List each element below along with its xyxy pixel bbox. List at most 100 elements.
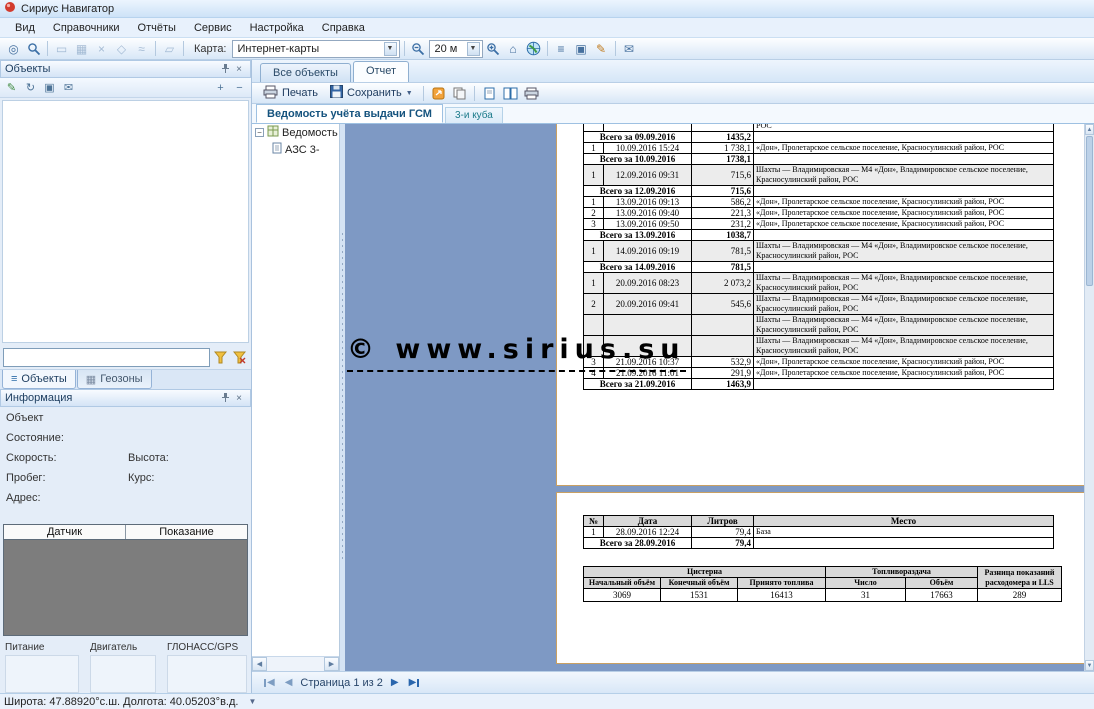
main-area: Все объекты Отчет Печать Сохранить ▼ Вед…: [252, 60, 1094, 693]
photo-icon[interactable]: ▣: [41, 80, 58, 96]
edit-object-icon[interactable]: ✎: [3, 80, 20, 96]
menu-help[interactable]: Справка: [313, 19, 374, 37]
single-page-view-icon[interactable]: [480, 84, 499, 102]
total-row: Всего за 28.09.2016 79,4: [584, 538, 1054, 549]
two-page-view-icon[interactable]: [501, 84, 520, 102]
area-select-icon[interactable]: ▣: [572, 40, 591, 58]
export-icon[interactable]: [429, 84, 448, 102]
notes-edit-icon[interactable]: ✎: [592, 40, 611, 58]
scroll-up-icon[interactable]: ▲: [1085, 124, 1094, 135]
tree-node-vedomost[interactable]: − Ведомость: [252, 124, 339, 141]
refresh-icon[interactable]: ↻: [22, 80, 39, 96]
last-page-button[interactable]: ▶: [407, 677, 422, 688]
search-object-icon[interactable]: [24, 40, 43, 58]
total-row: Всего за 09.09.20161435,2: [584, 132, 1054, 143]
summary-cell: 31: [826, 589, 906, 602]
fit-view-icon[interactable]: ⌂: [504, 40, 523, 58]
send-message-icon[interactable]: ✉: [620, 40, 639, 58]
first-page-button[interactable]: ◀: [262, 677, 277, 688]
doc-tab-vedomost[interactable]: Ведомость учёта выдачи ГСМ: [256, 104, 443, 123]
report-folder-icon: [267, 125, 279, 140]
chevron-down-icon[interactable]: ▼: [248, 697, 256, 706]
menu-service[interactable]: Сервис: [185, 19, 241, 37]
next-page-button[interactable]: ▶: [389, 677, 401, 688]
scroll-down-icon[interactable]: ▼: [1085, 660, 1094, 671]
menu-reports[interactable]: Отчёты: [129, 19, 185, 37]
address-label: Адрес:: [6, 492, 128, 512]
scroll-right-icon[interactable]: ▶: [324, 657, 339, 671]
clear-filter-icon[interactable]: [231, 349, 248, 365]
report-cell: Шахты — Владимировская — М4 «Дон», Влади…: [754, 315, 1054, 336]
print-preview-icon[interactable]: [522, 84, 541, 102]
summary-table: Цистерна Топливораздача Разница показани…: [583, 566, 1062, 602]
report-cell: 1: [584, 197, 604, 208]
report-vertical-scrollbar[interactable]: ▲ ▼: [1084, 124, 1094, 671]
course-label: Курс:: [128, 472, 154, 492]
scroll-left-icon[interactable]: ◀: [252, 657, 267, 671]
report-structure-panel: − Ведомость АЗС 3- ◀ ▶: [252, 124, 340, 671]
objects-panel-title: Объекты: [5, 63, 218, 75]
menu-view[interactable]: Вид: [6, 19, 44, 37]
expand-all-icon[interactable]: +: [212, 80, 229, 96]
tree-node-azs[interactable]: АЗС 3-: [252, 141, 339, 158]
close-icon[interactable]: ×: [232, 63, 246, 76]
reading-column-header[interactable]: Показание: [126, 525, 247, 539]
main-toolbar: ◎ ▭ ▦ × ◇ ≈ ▱ Карта: Интернет-карты ▼ 20…: [0, 38, 1094, 60]
report-cell: Шахты — Владимировская — М4 «Дон», Влади…: [754, 294, 1054, 315]
close-icon[interactable]: ×: [232, 392, 246, 405]
tab-report[interactable]: Отчет: [353, 61, 409, 82]
coordinates-text: Широта: 47.88920°с.ш. Долгота: 40.05203°…: [4, 696, 238, 708]
report-cell: Всего за 10.09.2016: [584, 154, 692, 165]
scrollbar-track[interactable]: [1085, 287, 1094, 660]
select-mode-icon[interactable]: ▭: [52, 40, 71, 58]
tree-horizontal-scrollbar[interactable]: ◀ ▶: [252, 656, 339, 671]
internet-map-globe-icon[interactable]: [524, 40, 543, 58]
marker-icon[interactable]: ◇: [112, 40, 131, 58]
tab-geozones[interactable]: ▦ Геозоны: [77, 370, 152, 389]
zoom-level-select[interactable]: 20 м ▼: [429, 40, 483, 58]
previous-page-button[interactable]: ◀: [283, 677, 295, 688]
chevron-down-icon[interactable]: ▼: [467, 42, 480, 56]
summary-cell: 1531: [661, 589, 738, 602]
object-search-input[interactable]: [3, 348, 210, 367]
zoom-out-icon[interactable]: [409, 40, 428, 58]
objects-tree[interactable]: [2, 100, 249, 343]
total-row: Всего за 10.09.20161738,1: [584, 154, 1054, 165]
legend-list-icon[interactable]: ≡: [552, 40, 571, 58]
clear-selection-icon[interactable]: ×: [92, 40, 111, 58]
collapse-all-icon[interactable]: −: [231, 80, 248, 96]
report-cell: Всего за 12.09.2016: [584, 186, 692, 197]
multi-select-icon[interactable]: ▦: [72, 40, 91, 58]
report-viewer[interactable]: РОСВсего за 09.09.20161435,2110.09.2016 …: [345, 124, 1094, 671]
zoom-in-icon[interactable]: [484, 40, 503, 58]
state-label: Состояние:: [6, 432, 128, 452]
doc-tab-cube[interactable]: 3-и куба: [445, 107, 503, 123]
pin-icon[interactable]: [218, 63, 232, 76]
sensor-column-header[interactable]: Датчик: [4, 525, 126, 539]
copy-icon[interactable]: [450, 84, 469, 102]
measure-icon[interactable]: ▱: [160, 40, 179, 58]
report-cell: 2: [584, 208, 604, 219]
report-cell: Всего за 09.09.2016: [584, 132, 692, 143]
tab-objects[interactable]: ≡ Объекты: [2, 370, 76, 389]
map-select[interactable]: Интернет-карты ▼: [232, 40, 400, 58]
base-issue-table: № Дата Литров Место 1 28.09.2016 12:24 7…: [583, 515, 1054, 549]
table-row: 120.09.2016 08:232 073,2Шахты — Владимир…: [584, 273, 1054, 294]
menu-settings[interactable]: Настройка: [241, 19, 313, 37]
chevron-down-icon[interactable]: ▼: [384, 42, 397, 56]
report-cell: «Дон», Пролетарское сельское поселение, …: [754, 143, 1054, 154]
total-row: Всего за 21.09.20161463,9: [584, 379, 1054, 390]
chevron-down-icon[interactable]: ▼: [406, 90, 413, 97]
report-cell: «Дон», Пролетарское сельское поселение, …: [754, 368, 1054, 379]
message-icon[interactable]: ✉: [60, 80, 77, 96]
scrollbar-thumb[interactable]: [1086, 136, 1093, 286]
follow-object-icon[interactable]: ◎: [4, 40, 23, 58]
tree-expander-icon[interactable]: −: [255, 128, 264, 137]
save-button[interactable]: Сохранить ▼: [325, 84, 418, 102]
tab-all-objects[interactable]: Все объекты: [260, 63, 351, 82]
print-button[interactable]: Печать: [258, 84, 323, 103]
filter-icon[interactable]: [212, 349, 229, 365]
track-icon[interactable]: ≈: [132, 40, 151, 58]
menu-directories[interactable]: Справочники: [44, 19, 129, 37]
pin-icon[interactable]: [218, 392, 232, 405]
